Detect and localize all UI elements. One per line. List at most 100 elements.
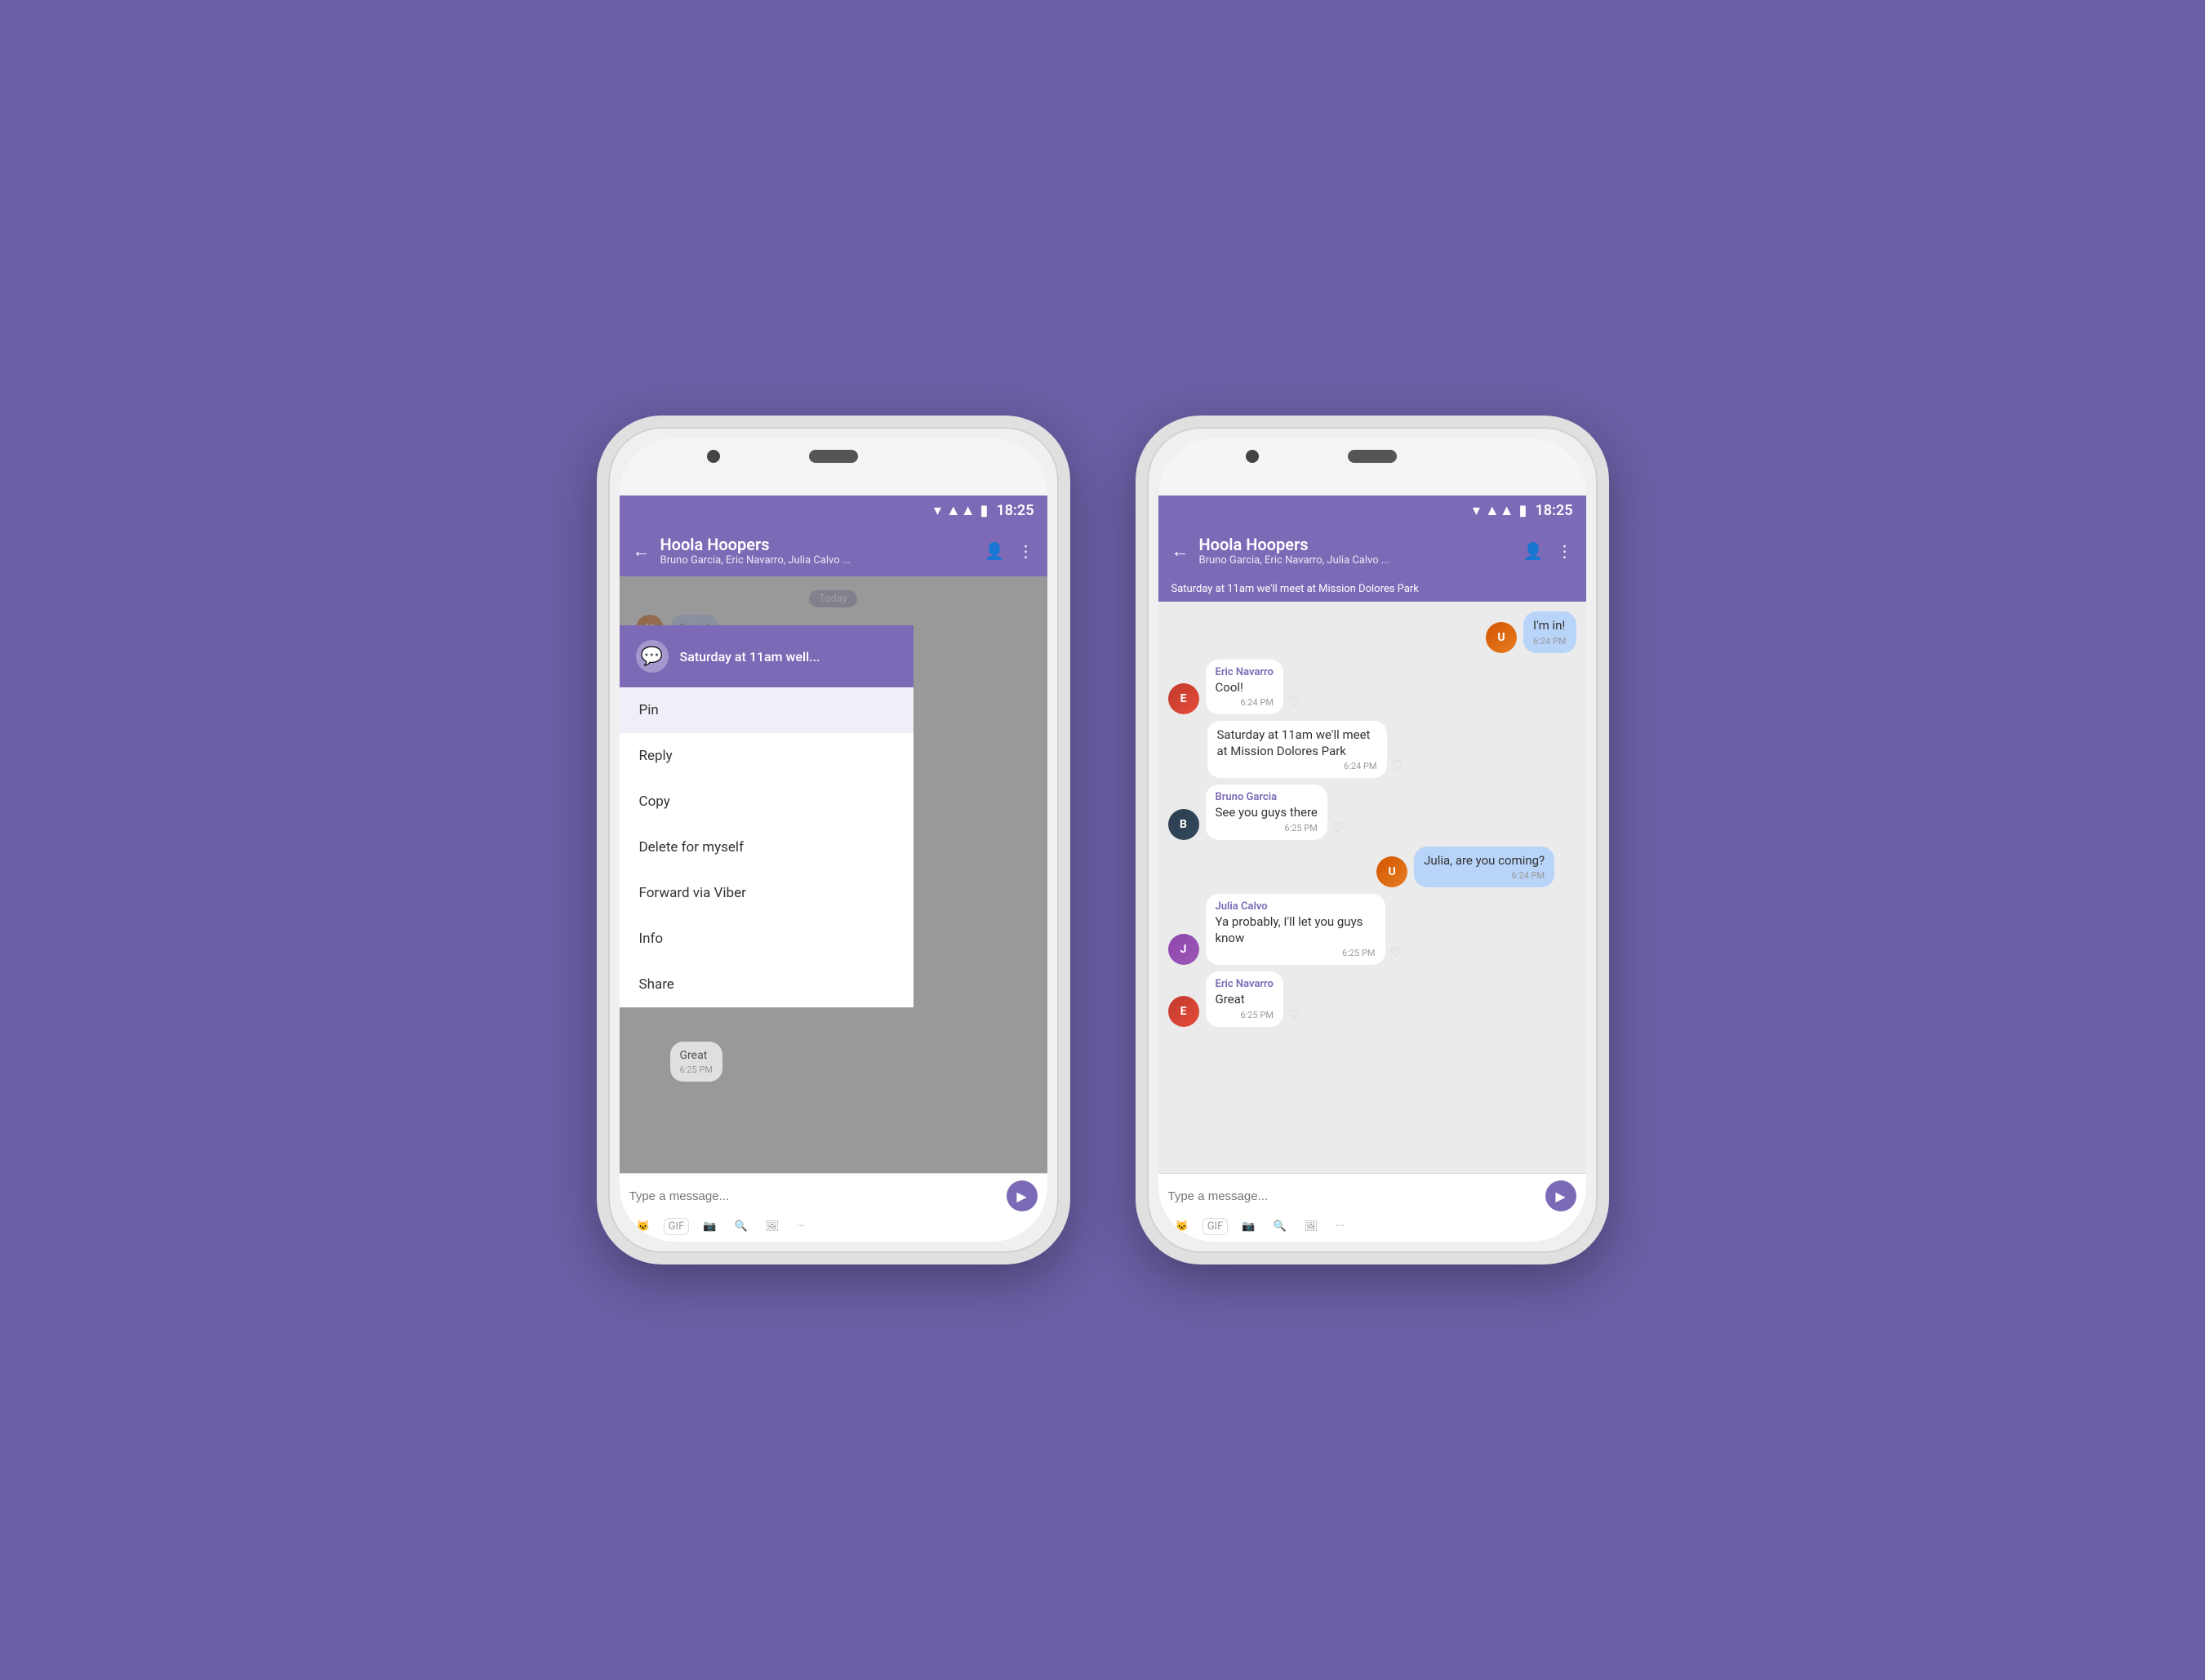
avatar-eric-1: E [1168,683,1199,714]
context-item-forward[interactable]: Forward via Viber [620,870,914,916]
input-bar-left: ▶ 🐱 GIF 📷 🔍 🖼 ··· [620,1173,1047,1242]
more-options-icon-left[interactable]: ⋮ [1018,541,1034,561]
camera-right [1246,450,1259,463]
toolbar-left: 🐱 GIF 📷 🔍 🖼 ··· [629,1218,1038,1235]
avatar-bruno: B [1168,809,1199,840]
more-icon-right[interactable]: ··· [1331,1219,1348,1234]
sender-eric-1: Eric Navarro [1216,666,1274,678]
status-bar-right: ▾ ▲▲ ▮ 18:25 [1158,496,1586,525]
gallery-icon-left[interactable]: 🖼 [762,1219,784,1234]
wifi-icon: ▾ [934,502,941,519]
gallery-icon-right[interactable]: 🖼 [1300,1219,1323,1234]
wifi-icon-r: ▾ [1473,502,1480,519]
msg-row-great: E Eric Navarro Great 6:25 PM ♡ [1158,968,1586,1030]
send-button-right[interactable]: ▶ [1545,1180,1576,1211]
msg-text-julia-ans: Ya probably, I'll let you guys know [1216,914,1376,946]
signal-icon: ▲▲ [946,502,976,519]
msg-text-cool: Cool! [1216,680,1274,696]
sender-julia: Julia Calvo [1216,900,1376,913]
context-item-copy[interactable]: Copy [620,779,914,824]
msg-text-julia-q: Julia, are you coming? [1424,853,1545,869]
input-bar-right: ▶ 🐱 GIF 📷 🔍 🖼 ··· [1158,1173,1586,1242]
bubble-saturday: Saturday at 11am we'll meet at Mission D… [1207,721,1387,778]
context-menu-list: Pin Reply Copy Delete for myself Forward… [620,687,914,1007]
pinned-banner: Saturday at 11am we'll meet at Mission D… [1158,576,1586,602]
header-title-right: Hoola Hoopers [1199,535,1514,554]
context-item-reply[interactable]: Reply [620,733,914,779]
msg-row-seeyou: B Bruno Garcia See you guys there 6:25 P… [1158,781,1586,843]
send-button-left[interactable]: ▶ [1007,1180,1038,1211]
input-row-left: ▶ [629,1180,1038,1211]
msg-time-julia-q: 6:24 PM [1424,870,1545,881]
camera-left [707,450,720,463]
msg-row-julia-ans: J Julia Calvo Ya probably, I'll let you … [1158,891,1586,968]
msg-text-im-in: I'm in! [1533,618,1566,634]
context-item-info[interactable]: Info [620,916,914,962]
chat-area-right: I'm in! 6:24 PM ♡ U E [1158,602,1586,1173]
heart-julia-ans[interactable]: ♡ [1389,944,1401,960]
gif-icon-right[interactable]: GIF [1203,1218,1229,1235]
camera-icon-right[interactable]: 📷 [1238,1219,1259,1234]
avatar-user-2: U [1376,856,1407,887]
add-participant-icon-left[interactable]: 👤 [985,541,1005,561]
msg-text-seeyou: See you guys there [1216,805,1318,821]
speaker-right [1348,450,1397,463]
app-header-right: ← Hoola Hoopers Bruno Garcia, Eric Navar… [1158,525,1586,576]
message-input-right[interactable] [1168,1189,1539,1203]
search-icon-right[interactable]: 🔍 [1269,1219,1290,1234]
left-phone: ▾ ▲▲ ▮ 18:25 ← Hoola Hoopers Bruno Garci… [597,416,1070,1264]
context-item-pin[interactable]: Pin [620,687,914,733]
bubble-julia-q: Julia, are you coming? 6:24 PM [1414,847,1554,888]
back-button-right[interactable]: ← [1171,540,1189,562]
battery-icon: ▮ [980,502,989,519]
heart-seeyou[interactable]: ♡ [1332,820,1344,835]
context-item-share[interactable]: Share [620,962,914,1007]
header-icons-right: 👤 ⋮ [1523,541,1573,561]
status-time-right: 18:25 [1535,502,1572,519]
bubble-great: Eric Navarro Great 6:25 PM [1206,971,1283,1027]
msg-text-great: Great [1216,992,1274,1008]
app-header-left: ← Hoola Hoopers Bruno Garcia, Eric Navar… [620,525,1047,576]
context-menu-header: 💬 Saturday at 11am well... [620,625,914,687]
more-options-icon-right[interactable]: ⋮ [1557,541,1573,561]
msg-time-seeyou: 6:25 PM [1216,823,1318,833]
msg-time-julia-ans: 6:25 PM [1216,948,1376,958]
chat-scroll-right: I'm in! 6:24 PM ♡ U E [1158,602,1586,1037]
back-button-left[interactable]: ← [633,540,651,562]
heart-saturday[interactable]: ♡ [1391,758,1403,773]
add-participant-icon-right[interactable]: 👤 [1523,541,1544,561]
toolbar-right: 🐱 GIF 📷 🔍 🖼 ··· [1168,1218,1576,1235]
message-input-left[interactable] [629,1189,1000,1203]
heart-cool[interactable]: ♡ [1288,694,1300,709]
bubble-im-in: I'm in! 6:24 PM [1523,611,1576,653]
header-icons-left: 👤 ⋮ [985,541,1034,561]
speaker-left [809,450,858,463]
msg-time-saturday: 6:24 PM [1217,761,1377,771]
msg-time-cool: 6:24 PM [1216,697,1274,708]
msg-text-saturday: Saturday at 11am we'll meet at Mission D… [1217,727,1377,759]
heart-great[interactable]: ♡ [1288,1007,1300,1022]
sender-eric-2: Eric Navarro [1216,978,1274,990]
header-title-block-right: Hoola Hoopers Bruno Garcia, Eric Navarro… [1199,535,1514,567]
msg-time-great: 6:25 PM [1216,1010,1274,1020]
camera-icon-left[interactable]: 📷 [699,1219,720,1234]
context-menu-overlay: 💬 Saturday at 11am well... Pin Reply Cop… [620,576,1047,1173]
more-icon-left[interactable]: ··· [793,1219,809,1234]
sender-bruno: Bruno Garcia [1216,791,1318,803]
bubble-seeyou: Bruno Garcia See you guys there 6:25 PM [1206,784,1327,840]
header-subtitle-right: Bruno Garcia, Eric Navarro, Julia Calvo … [1199,554,1411,567]
status-bar-left: ▾ ▲▲ ▮ 18:25 [620,496,1047,525]
emoji-icon-right[interactable]: 🐱 [1171,1219,1193,1234]
msg-row-cool: E Eric Navarro Cool! 6:24 PM ♡ [1158,656,1586,718]
msg-row-saturday: Saturday at 11am we'll meet at Mission D… [1158,718,1586,781]
context-header-icon: 💬 [636,640,669,673]
header-title-block-left: Hoola Hoopers Bruno Garcia, Eric Navarro… [660,535,975,567]
context-item-delete[interactable]: Delete for myself [620,824,914,870]
input-row-right: ▶ [1168,1180,1576,1211]
bubble-cool: Eric Navarro Cool! 6:24 PM [1206,660,1283,715]
emoji-icon-left[interactable]: 🐱 [633,1219,654,1234]
header-title-left: Hoola Hoopers [660,535,975,554]
gif-icon-left[interactable]: GIF [664,1218,690,1235]
search-icon-left[interactable]: 🔍 [730,1219,751,1234]
context-header-text: Saturday at 11am well... [680,649,820,664]
